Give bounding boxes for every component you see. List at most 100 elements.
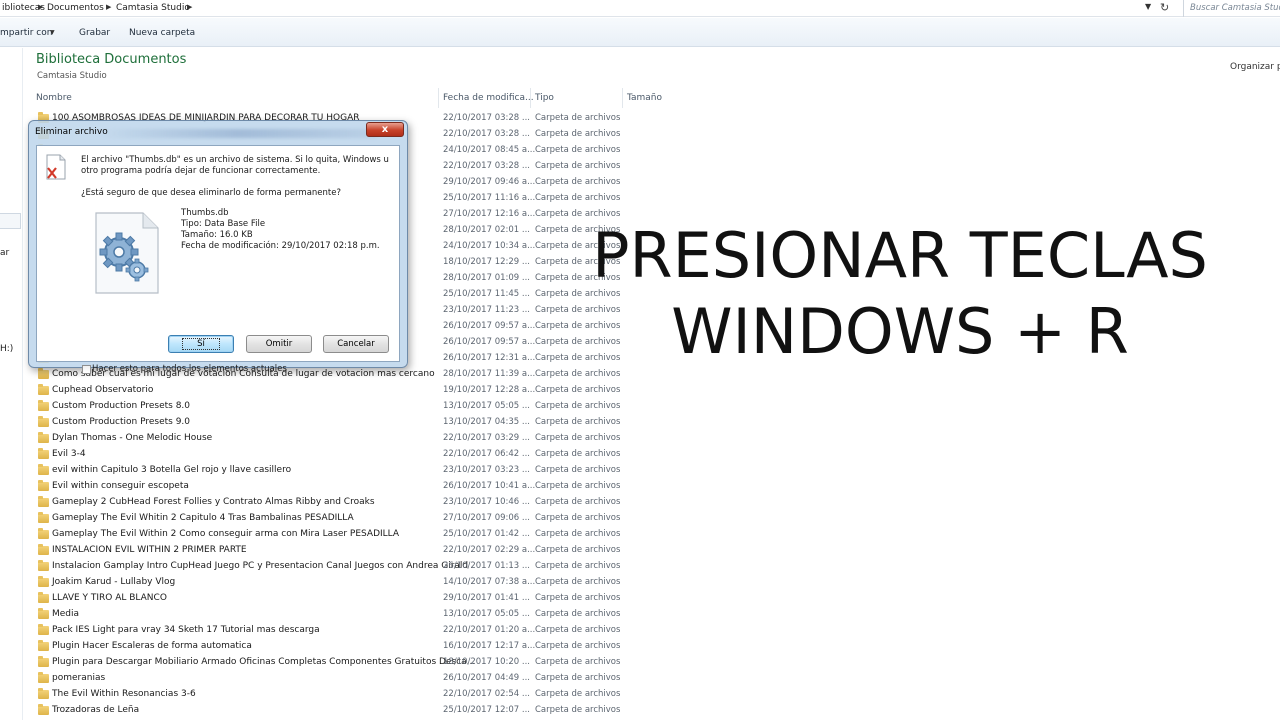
row-date: 24/10/2017 10:34 a... — [443, 241, 536, 251]
nav-item-drive[interactable]: H:) — [0, 344, 13, 354]
folder-icon — [38, 464, 49, 475]
navigation-pane: ar H:) — [0, 48, 23, 720]
chevron-down-icon[interactable]: ▼ — [50, 29, 55, 36]
row-date: 26/10/2017 04:49 ... — [443, 673, 530, 683]
chevron-right-icon[interactable]: ▶ — [38, 3, 43, 11]
folder-icon — [38, 480, 49, 491]
row-type: Carpeta de archivos — [535, 561, 621, 571]
table-row[interactable]: Evil 3-4 22/10/2017 06:42 ... Carpeta de a… — [36, 448, 636, 464]
library-subtitle: Camtasia Studio — [37, 71, 107, 81]
row-type: Carpeta de archivos — [535, 193, 621, 203]
row-date: 25/10/2017 11:16 a... — [443, 193, 536, 203]
new-folder-button[interactable]: Nueva carpeta — [129, 28, 195, 38]
chevron-right-icon[interactable]: ▶ — [187, 3, 192, 11]
column-divider[interactable] — [622, 88, 623, 108]
table-row[interactable]: Custom Production Presets 9.0 13/10/2017 … — [36, 416, 636, 432]
cancel-button[interactable]: Cancelar — [323, 335, 389, 353]
table-row[interactable]: Evil within conseguir escopeta 26/10/2017… — [36, 480, 636, 496]
chevron-right-icon[interactable]: ▶ — [106, 3, 111, 11]
row-date: 29/10/2017 09:46 a... — [443, 177, 536, 187]
folder-icon — [38, 384, 49, 395]
row-date: 25/10/2017 01:42 ... — [443, 529, 530, 539]
table-row[interactable]: Dylan Thomas - One Melodic House 22/10/20… — [36, 432, 636, 448]
row-type: Carpeta de archivos — [535, 609, 621, 619]
row-date: 26/10/2017 01:13 ... — [443, 561, 530, 571]
column-header-type[interactable]: Tipo — [535, 93, 554, 103]
row-name: Plugin para Descargar Mobiliario Armado … — [52, 657, 476, 667]
apply-to-all-label[interactable]: Hacer esto para todos los elementos actu… — [92, 364, 287, 374]
row-name: Evil within conseguir escopeta — [52, 481, 189, 491]
table-row[interactable]: Plugin para Descargar Mobiliario Armado … — [36, 656, 636, 672]
arrange-by-button[interactable]: Organizar po — [1230, 62, 1280, 72]
row-type: Carpeta de archivos — [535, 481, 621, 491]
row-type: Carpeta de archivos — [535, 641, 621, 651]
folder-icon — [38, 672, 49, 683]
command-bar: mpartir con ▼ Grabar Nueva carpeta — [0, 18, 1280, 47]
row-type: Carpeta de archivos — [535, 593, 621, 603]
row-type: Carpeta de archivos — [535, 577, 621, 587]
yes-button-label: Sí — [182, 338, 220, 350]
breadcrumb-camtasia[interactable]: Camtasia Studio — [116, 3, 190, 13]
yes-button[interactable]: Sí — [168, 335, 234, 353]
row-type: Carpeta de archivos — [535, 689, 621, 699]
table-row[interactable]: Pack IES Light para vray 34 Sketh 17 Tut… — [36, 624, 636, 640]
table-row[interactable]: Instalacion Gamplay Intro CupHead Juego … — [36, 560, 636, 576]
refresh-icon[interactable]: ↻ — [1160, 1, 1174, 15]
row-date: 25/10/2017 11:45 ... — [443, 289, 530, 299]
row-name: Instalacion Gamplay Intro CupHead Juego … — [52, 561, 469, 571]
row-date: 23/10/2017 11:23 ... — [443, 305, 530, 315]
table-row[interactable]: Custom Production Presets 8.0 13/10/2017 … — [36, 400, 636, 416]
table-row[interactable]: Gameplay The Evil Whitin 2 Capitulo 4 Tr… — [36, 512, 636, 528]
library-title: Biblioteca Documentos — [36, 52, 187, 67]
folder-icon — [38, 656, 49, 667]
nav-selected-item[interactable] — [0, 213, 21, 229]
column-header-date[interactable]: Fecha de modifica... — [443, 93, 534, 103]
share-with-button[interactable]: mpartir con — [0, 28, 52, 38]
row-type: Carpeta de archivos — [535, 433, 621, 443]
search-input[interactable]: Buscar Camtasia Studio — [1183, 0, 1280, 17]
folder-icon — [38, 496, 49, 507]
row-date: 26/10/2017 10:41 a... — [443, 481, 536, 491]
table-row[interactable]: Joakim Karud - Lullaby Vlog 14/10/2017 07… — [36, 576, 636, 592]
table-row[interactable]: Gameplay 2 CubHead Forest Follies y Cont… — [36, 496, 636, 512]
chevron-down-icon[interactable]: ▼ — [1145, 2, 1157, 14]
table-row[interactable]: INSTALACION EVIL WITHIN 2 PRIMER PARTE 22… — [36, 544, 636, 560]
row-name: Custom Production Presets 8.0 — [52, 401, 191, 411]
table-row[interactable]: The Evil Within Resonancias 3-6 22/10/201… — [36, 688, 636, 704]
column-divider[interactable] — [530, 88, 531, 108]
row-name: LLAVE Y TIRO AL BLANCO — [52, 593, 167, 603]
folder-icon — [38, 624, 49, 635]
folder-icon — [38, 576, 49, 587]
file-modified: Fecha de modificación: 29/10/2017 02:18 … — [181, 241, 380, 251]
row-date: 22/10/2017 03:28 ... — [443, 129, 530, 139]
breadcrumb-documentos[interactable]: Documentos — [47, 3, 104, 13]
nav-item-fragment[interactable]: ar — [0, 248, 9, 258]
table-row[interactable]: Cuphead Observatorio 19/10/2017 12:28 a..… — [36, 384, 636, 400]
table-row[interactable]: Media 13/10/2017 05:05 ... Carpeta de arch… — [36, 608, 636, 624]
skip-button[interactable]: Omitir — [246, 335, 312, 353]
row-date: 23/10/2017 03:23 ... — [443, 465, 530, 475]
table-row[interactable]: evil within Capitulo 3 Botella Gel rojo … — [36, 464, 636, 480]
title-bar-blur — [99, 129, 379, 138]
table-row[interactable]: LLAVE Y TIRO AL BLANCO 29/10/2017 01:41 .… — [36, 592, 636, 608]
folder-icon — [38, 640, 49, 651]
table-row[interactable]: Gameplay The Evil Within 2 Como consegui… — [36, 528, 636, 544]
apply-to-all-checkbox[interactable] — [82, 365, 91, 374]
close-button[interactable]: x — [366, 122, 404, 137]
column-header-name[interactable]: Nombre — [36, 93, 72, 103]
delete-file-icon — [46, 154, 66, 180]
table-row[interactable]: Plugin Hacer Escaleras de forma automati… — [36, 640, 636, 656]
row-name: Joakim Karud - Lullaby Vlog — [52, 577, 176, 587]
column-header-size[interactable]: Tamaño — [627, 93, 662, 103]
column-divider[interactable] — [438, 88, 439, 108]
row-date: 13/10/2017 04:35 ... — [443, 417, 530, 427]
row-type: Carpeta de archivos — [535, 449, 621, 459]
folder-icon — [38, 592, 49, 603]
table-row[interactable]: pomeranias 26/10/2017 04:49 ... Carpeta de… — [36, 672, 636, 688]
folder-icon — [38, 432, 49, 443]
row-name: Custom Production Presets 9.0 — [52, 417, 191, 427]
table-row[interactable]: Trozadoras de Leña 25/10/2017 12:07 ... Ca… — [36, 704, 636, 720]
folder-icon — [38, 608, 49, 619]
row-type: Carpeta de archivos — [535, 129, 621, 139]
burn-button[interactable]: Grabar — [79, 28, 110, 38]
